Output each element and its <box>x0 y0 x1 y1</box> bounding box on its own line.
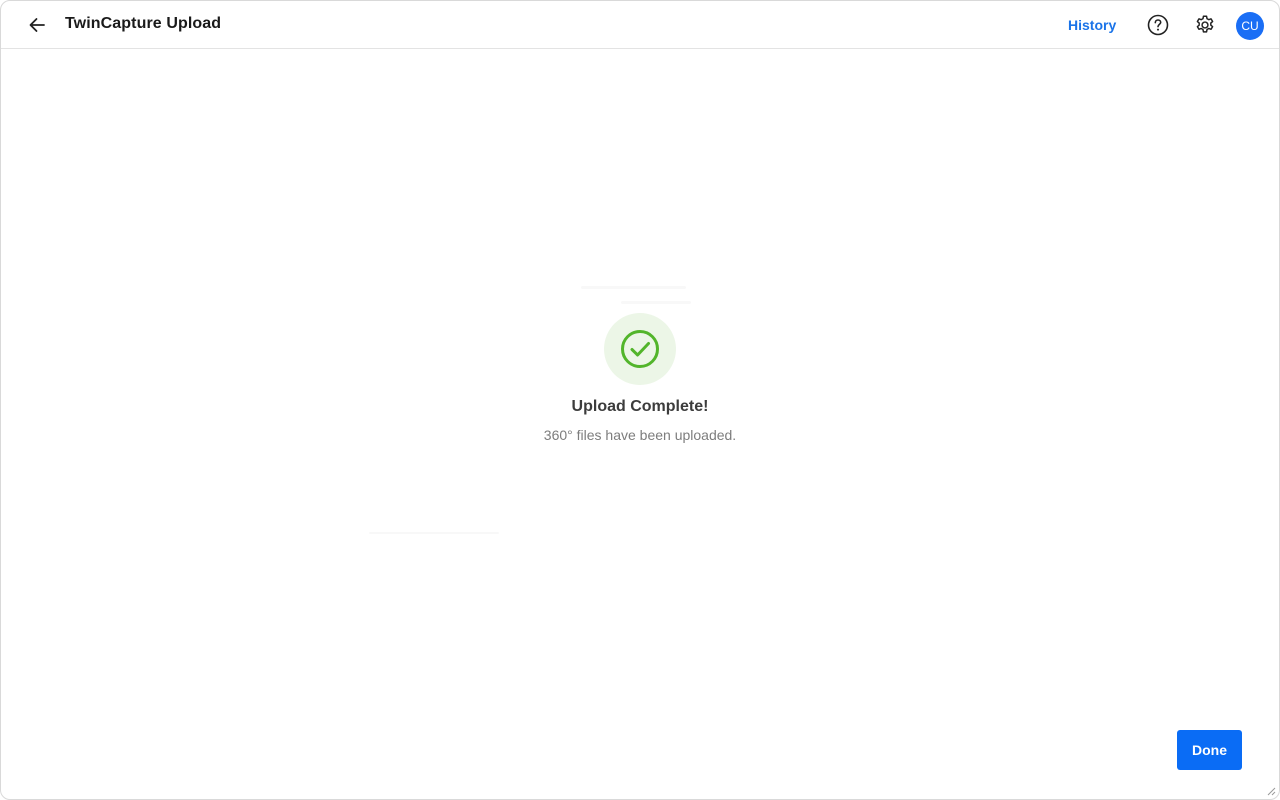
page-title: TwinCapture Upload <box>65 15 222 32</box>
top-bar: TwinCapture Upload History CU <box>1 1 1279 49</box>
history-link[interactable]: History <box>1068 17 1116 33</box>
ghost-placeholder <box>369 532 499 534</box>
resize-grip-icon[interactable] <box>1266 786 1276 796</box>
back-button[interactable] <box>23 11 51 39</box>
app-window: TwinCapture Upload History CU Upload Com… <box>0 0 1280 800</box>
success-title: Upload Complete! <box>571 398 709 415</box>
help-circle-icon <box>1147 14 1169 36</box>
settings-button[interactable] <box>1193 13 1217 37</box>
success-message: 360° files have been uploaded. <box>543 427 737 443</box>
ghost-placeholder <box>581 286 686 289</box>
arrow-left-icon <box>29 18 45 32</box>
gear-icon <box>1196 15 1214 33</box>
check-circle-icon <box>621 330 659 368</box>
success-badge <box>604 313 676 385</box>
upload-success-panel: Upload Complete! 360° files have been up… <box>1 313 1279 443</box>
ghost-placeholder <box>621 301 691 304</box>
help-button[interactable] <box>1146 13 1170 37</box>
avatar[interactable]: CU <box>1236 12 1264 40</box>
done-button[interactable]: Done <box>1177 730 1242 770</box>
